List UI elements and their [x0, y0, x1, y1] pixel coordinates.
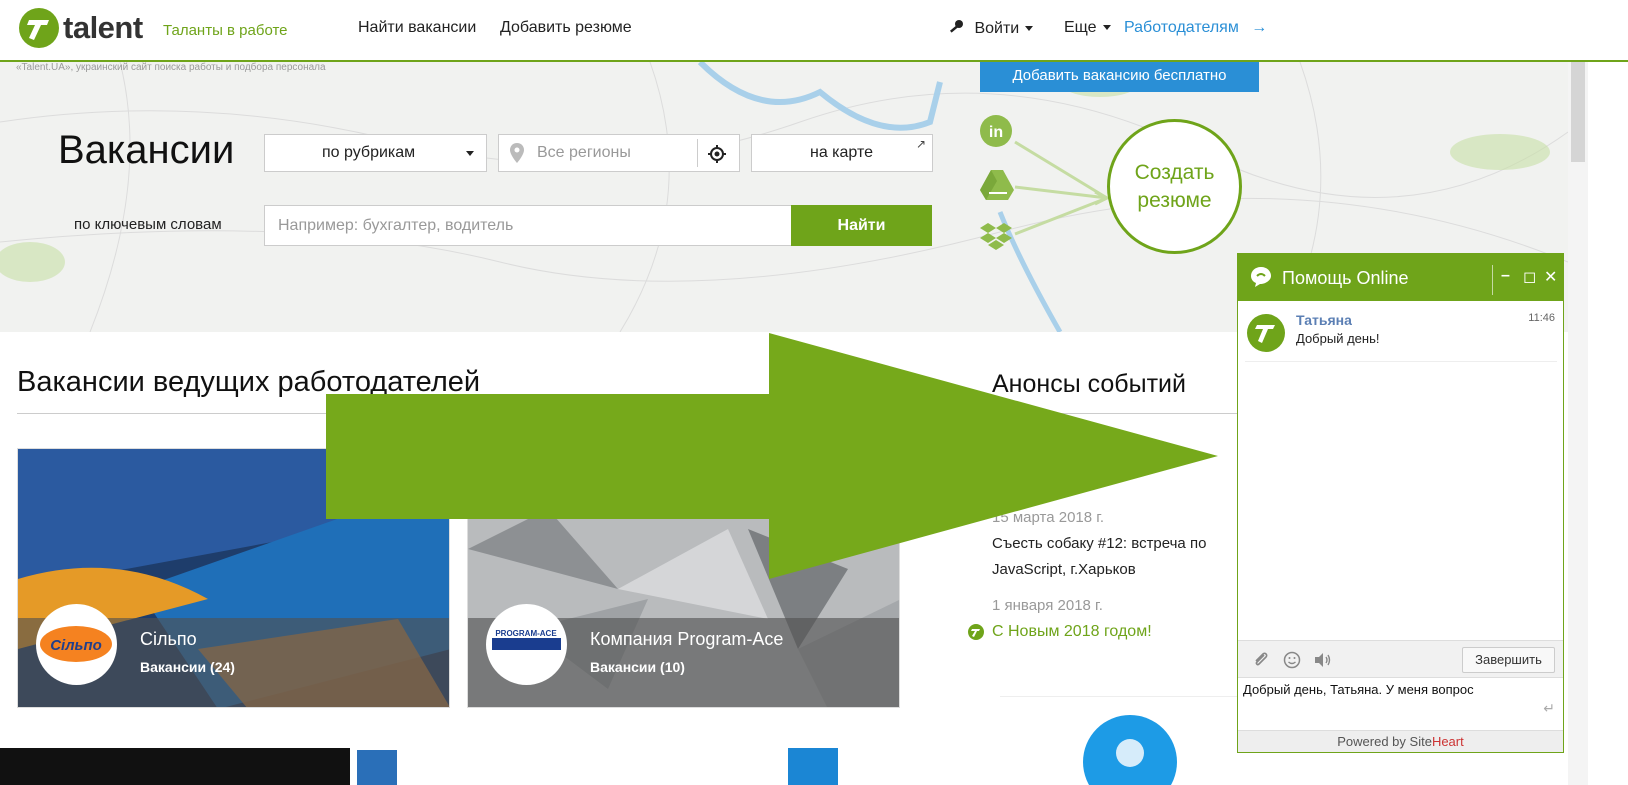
- arrow-right-icon: →: [1251, 19, 1268, 36]
- create-cv-button[interactable]: Создать резюме: [1107, 119, 1242, 254]
- logo-text[interactable]: talent: [63, 10, 143, 46]
- site-header: talent Таланты в работе Найти вакансии Д…: [0, 0, 1628, 62]
- chevron-down-icon: [1102, 25, 1111, 31]
- powered-by[interactable]: Powered by SiteHeart: [1238, 730, 1563, 752]
- svg-text:in: in: [989, 124, 1003, 141]
- logo-icon[interactable]: [19, 8, 59, 48]
- google-drive-icon[interactable]: [979, 168, 1014, 202]
- login-label: Войти: [974, 20, 1020, 37]
- avatar-placeholder: [1083, 715, 1177, 785]
- arrow-right-icon: [326, 333, 1218, 579]
- employer-name: Сільпо: [140, 629, 197, 649]
- operator-name: Татьяна: [1296, 312, 1352, 328]
- vacancy-count: Вакансии (24): [140, 659, 235, 675]
- tagline: Таланты в работе: [163, 22, 288, 39]
- chat-header: Помощь Online – ◻ ✕: [1238, 254, 1563, 301]
- attach-icon[interactable]: [1251, 651, 1271, 669]
- chat-toolbar: Завершить: [1238, 640, 1563, 678]
- page-title: Вакансии: [58, 128, 235, 172]
- more-menu[interactable]: Еще: [1064, 19, 1111, 37]
- vacancy-count: Вакансии (10): [590, 659, 685, 675]
- bottom-banner: [0, 748, 350, 785]
- chat-bubble-icon: [1249, 265, 1273, 294]
- linkedin-icon[interactable]: in: [979, 114, 1013, 148]
- more-label: Еще: [1064, 19, 1097, 36]
- site-description: «Talent.UA», украинский сайт поиска рабо…: [16, 62, 326, 73]
- map-button-label: на карте: [810, 144, 874, 161]
- close-icon[interactable]: ✕: [1544, 267, 1557, 287]
- page-scrollbar[interactable]: [1568, 62, 1588, 785]
- chat-widget: Помощь Online – ◻ ✕ Татьяна 11:46 Добрый…: [1237, 253, 1564, 753]
- talent-mini-icon: [968, 624, 984, 645]
- chevron-down-icon: [466, 151, 474, 156]
- powered-brand: Heart: [1431, 734, 1464, 749]
- chat-message: Добрый день!: [1296, 331, 1380, 346]
- region-select[interactable]: Все регионы: [498, 134, 740, 172]
- nav-add-cv[interactable]: Добавить резюме: [500, 19, 632, 37]
- pin-icon: [510, 143, 524, 168]
- svg-text:Сільпо: Сільпо: [50, 637, 102, 654]
- employers-link[interactable]: Работодателям →: [1124, 19, 1267, 37]
- scrollbar-thumb[interactable]: [1571, 62, 1585, 162]
- chat-message-input[interactable]: Добрый день, Татьяна. У меня вопрос: [1243, 682, 1555, 726]
- keywords-label: по ключевым словам: [74, 216, 222, 233]
- dropbox-icon[interactable]: [979, 220, 1013, 254]
- category-select-label: по рубрикам: [322, 144, 416, 161]
- event-3-text[interactable]: С Новым 2018 годом!: [992, 623, 1152, 641]
- chat-title: Помощь Online: [1282, 268, 1409, 288]
- end-chat-button[interactable]: Завершить: [1462, 647, 1555, 673]
- event-3-date: 1 января 2018 г.: [992, 597, 1103, 614]
- key-icon: [948, 19, 964, 38]
- add-vacancy-button[interactable]: Добавить вакансию бесплатно: [980, 62, 1259, 92]
- silpo-logo: Сільпо: [36, 604, 117, 685]
- bottom-logo-fragment: [357, 750, 397, 785]
- divider: [1492, 265, 1493, 295]
- create-cv-label: Создать резюме: [1134, 160, 1215, 212]
- nav-find-jobs[interactable]: Найти вакансии: [358, 19, 476, 37]
- maximize-icon[interactable]: ◻: [1523, 267, 1536, 287]
- divider: [1000, 696, 1237, 697]
- emoji-icon[interactable]: [1282, 651, 1302, 669]
- chevron-down-icon: [1025, 26, 1034, 32]
- enter-icon[interactable]: ↵: [1543, 700, 1555, 717]
- message-time: 11:46: [1528, 312, 1555, 324]
- divider: [697, 139, 698, 167]
- map-button[interactable]: на карте ↗: [751, 134, 933, 172]
- operator-avatar: [1247, 314, 1285, 352]
- svg-text:PROGRAM-ACE: PROGRAM-ACE: [495, 629, 557, 638]
- divider: [1245, 361, 1557, 362]
- search-input[interactable]: Например: бухгалтер, водитель: [264, 205, 792, 246]
- category-select[interactable]: по рубрикам: [264, 134, 487, 172]
- region-placeholder: Все регионы: [537, 144, 631, 161]
- minimize-icon[interactable]: –: [1501, 267, 1510, 285]
- annotation-arrow: [326, 333, 1218, 579]
- employers-label: Работодателям: [1124, 19, 1239, 36]
- sound-icon[interactable]: [1313, 651, 1333, 669]
- bottom-logo-fragment: [788, 748, 838, 785]
- powered-prefix: Powered by Site: [1337, 734, 1432, 749]
- login-menu[interactable]: Войти: [948, 19, 1034, 38]
- program-ace-logo: PROGRAM-ACE: [486, 604, 567, 685]
- expand-icon: ↗: [915, 137, 926, 151]
- search-button[interactable]: Найти: [791, 205, 932, 246]
- geolocation-icon[interactable]: [707, 144, 727, 169]
- employer-name: Компания Program-Ace: [590, 629, 784, 649]
